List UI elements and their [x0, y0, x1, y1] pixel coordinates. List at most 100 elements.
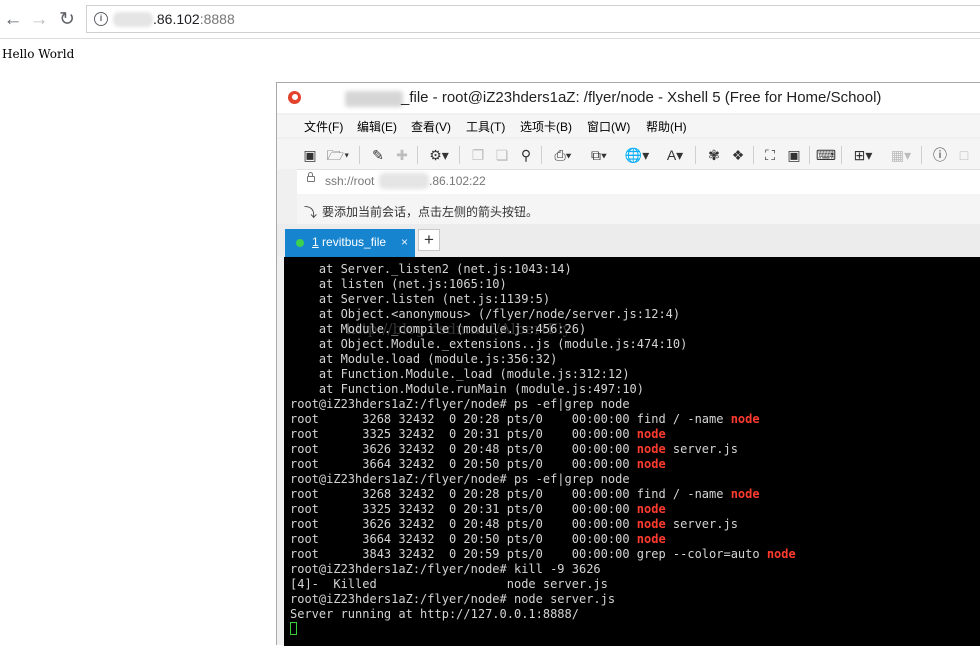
page-body-text: Hello World — [2, 47, 75, 61]
tab-close-icon[interactable]: × — [401, 235, 408, 249]
menu-edit[interactable]: 编辑(E) — [357, 118, 397, 135]
terminal-line: root 3268 32432 0 20:28 pts/0 00:00:00 f… — [290, 487, 760, 502]
xshell-app-icon — [288, 91, 301, 104]
terminal-line-text: root@iZ23hders1aZ:/flyer/node# node serv… — [290, 592, 616, 606]
redacted-address-segment — [379, 173, 429, 189]
grep-match-highlight: node — [636, 532, 666, 546]
menu-tabs[interactable]: 选项卡(B) — [520, 118, 572, 135]
reload-icon[interactable]: ↻ — [56, 8, 78, 30]
xmanager-icon[interactable]: ❖ — [729, 146, 747, 163]
terminal-line-text: at listen (net.js:1065:10) — [290, 277, 507, 291]
terminal-line: root@iZ23hders1aZ:/flyer/node# ps -ef|gr… — [290, 472, 630, 487]
globe-icon[interactable]: 🌐▾ — [623, 146, 651, 163]
add-tab-icon[interactable]: ⊞▾ — [849, 146, 877, 163]
lock-icon — [307, 172, 315, 182]
terminal-line-text: Server running at http://127.0.0.1:8888/ — [290, 607, 579, 621]
terminal-line: root 3664 32432 0 20:50 pts/0 00:00:00 n… — [290, 457, 666, 472]
ssh-address-suffix: .86.102:22 — [429, 174, 486, 188]
fullscreen-icon[interactable]: ⛶ — [761, 146, 779, 163]
redacted-title-segment — [345, 91, 403, 107]
xshell-window: _file - root@iZ23hders1aZ: /flyer/node -… — [276, 82, 980, 646]
terminal-line-text: root 3325 32432 0 20:31 pts/0 00:00:00 — [290, 427, 637, 441]
grep-match-highlight: node — [636, 442, 666, 456]
terminal-line-text: root 3626 32432 0 20:48 pts/0 00:00:00 — [290, 442, 637, 456]
window-title: _file - root@iZ23hders1aZ: /flyer/node -… — [401, 89, 882, 106]
menu-bar: 文件(F) 编辑(E) 查看(V) 工具(T) 选项卡(B) 窗口(W) 帮助(… — [277, 115, 980, 137]
layout-icon[interactable]: ▦▾ — [887, 146, 915, 163]
print-icon[interactable]: ⎙▾ — [549, 146, 577, 163]
chat-icon[interactable]: □ — [955, 146, 973, 163]
session-address-bar[interactable]: ssh://root .86.102:22 — [297, 169, 980, 195]
grep-match-highlight: node — [766, 547, 796, 561]
terminal-line: root 3843 32432 0 20:59 pts/0 00:00:00 g… — [290, 547, 796, 562]
new-session-icon[interactable]: ▣ — [301, 146, 319, 163]
help-icon[interactable]: ⓘ — [931, 146, 949, 163]
grep-match-highlight: node — [636, 457, 666, 471]
menu-window[interactable]: 窗口(W) — [587, 118, 630, 135]
font-icon[interactable]: A▾ — [661, 146, 689, 163]
terminal-line-text: root 3268 32432 0 20:28 pts/0 00:00:00 f… — [290, 412, 731, 426]
ssh-address-prefix: ssh://root — [325, 174, 375, 188]
forward-arrow-icon[interactable]: → — [28, 8, 50, 30]
connect-icon[interactable]: ✎ — [369, 146, 387, 163]
terminal-line: root 3626 32432 0 20:48 pts/0 00:00:00 n… — [290, 517, 738, 532]
url-text: .86.102:8888 — [153, 11, 235, 27]
xftp-icon[interactable]: ✾ — [705, 146, 723, 163]
terminal-line: at Object.<anonymous> (/flyer/node/serve… — [290, 307, 680, 322]
menu-help[interactable]: 帮助(H) — [646, 118, 687, 135]
terminal-line: at Server._listen2 (net.js:1043:14) — [290, 262, 572, 277]
terminal-line-text: [4]- Killed node server.js — [290, 577, 608, 591]
browser-address-bar[interactable]: i .86.102:8888 — [86, 5, 980, 33]
terminal-line-text: root 3664 32432 0 20:50 pts/0 00:00:00 — [290, 457, 637, 471]
terminal-line-text: root 3626 32432 0 20:48 pts/0 00:00:00 — [290, 517, 637, 531]
properties-icon[interactable]: ⚙▾ — [425, 146, 453, 163]
hint-text: 要添加当前会话，点击左侧的箭头按钮。 — [322, 205, 539, 219]
terminal-line: at Module._compile (module.js:456:26) — [290, 322, 586, 337]
add-session-arrow-icon[interactable]: ⤵ — [304, 202, 317, 221]
session-hint-bar: ⤵ 要添加当前会话，点击左侧的箭头按钮。 — [297, 194, 980, 224]
xshell-title-bar: _file - root@iZ23hders1aZ: /flyer/node -… — [277, 83, 980, 113]
tab-revitbus-file[interactable]: 1 revitbus_file × — [285, 229, 415, 257]
terminal-line-text: at Function.Module.runMain (module.js:49… — [290, 382, 645, 396]
keyboard-icon[interactable]: ⌨ — [816, 146, 836, 163]
terminal-line-text: root 3268 32432 0 20:28 pts/0 00:00:00 f… — [290, 487, 731, 501]
terminal-line: at Server.listen (net.js:1139:5) — [290, 292, 550, 307]
browser-toolbar: ← → ↻ i .86.102:8888 — [0, 0, 980, 39]
lock-toolbar-icon[interactable]: ▣ — [785, 146, 803, 163]
copy-icon[interactable]: ❐ — [469, 146, 487, 163]
terminal-line-text: at Module.load (module.js:356:32) — [290, 352, 558, 366]
terminal-line-text: root 3843 32432 0 20:59 pts/0 00:00:00 g… — [290, 547, 767, 561]
transfer-icon[interactable]: ⧉▾ — [585, 146, 613, 163]
terminal-line: root 3664 32432 0 20:50 pts/0 00:00:00 n… — [290, 532, 666, 547]
disconnect-icon[interactable]: ✚ — [393, 146, 411, 163]
terminal-line: Server running at http://127.0.0.1:8888/ — [290, 607, 579, 622]
terminal-line: at Function.Module._load (module.js:312:… — [290, 367, 630, 382]
terminal-output[interactable]: http://blog.csdn.net/AlbertFly at Server… — [284, 257, 980, 646]
terminal-line-text: at Server.listen (net.js:1139:5) — [290, 292, 551, 306]
redacted-url-segment — [113, 12, 153, 27]
tab-label: 1 revitbus_file — [312, 235, 387, 249]
open-folder-icon[interactable]: 🗁▾ — [325, 146, 351, 163]
terminal-line: root 3626 32432 0 20:48 pts/0 00:00:00 n… — [290, 442, 738, 457]
menu-view[interactable]: 查看(V) — [411, 118, 451, 135]
tab-bar: 1 revitbus_file × + — [277, 224, 980, 257]
toolbar: ▣ 🗁▾ ✎ ✚ ⚙▾ ❐ ❏ ⚲ ⎙▾ ⧉▾ 🌐▾ A▾ ✾ ❖ ⛶ ▣ ⌨ … — [277, 139, 980, 169]
terminal-line-text: root@iZ23hders1aZ:/flyer/node# ps -ef|gr… — [290, 397, 630, 411]
menu-tools[interactable]: 工具(T) — [466, 118, 505, 135]
terminal-line: [4]- Killed node server.js — [290, 577, 608, 592]
info-icon[interactable]: i — [94, 12, 108, 26]
terminal-line: at listen (net.js:1065:10) — [290, 277, 507, 292]
paste-icon[interactable]: ❏ — [493, 146, 511, 163]
new-tab-button[interactable]: + — [418, 229, 440, 251]
grep-match-highlight: node — [636, 502, 666, 516]
menu-file[interactable]: 文件(F) — [304, 118, 343, 135]
find-icon[interactable]: ⚲ — [517, 146, 535, 163]
grep-match-highlight: node — [636, 517, 666, 531]
terminal-line-text: at Function.Module._load (module.js:312:… — [290, 367, 630, 381]
terminal-line: root 3325 32432 0 20:31 pts/0 00:00:00 n… — [290, 502, 666, 517]
back-arrow-icon[interactable]: ← — [2, 8, 24, 30]
terminal-line-suffix: server.js — [665, 517, 738, 531]
terminal-line-suffix: server.js — [665, 442, 738, 456]
terminal-line-text: root 3325 32432 0 20:31 pts/0 00:00:00 — [290, 502, 637, 516]
terminal-cursor — [290, 622, 297, 635]
